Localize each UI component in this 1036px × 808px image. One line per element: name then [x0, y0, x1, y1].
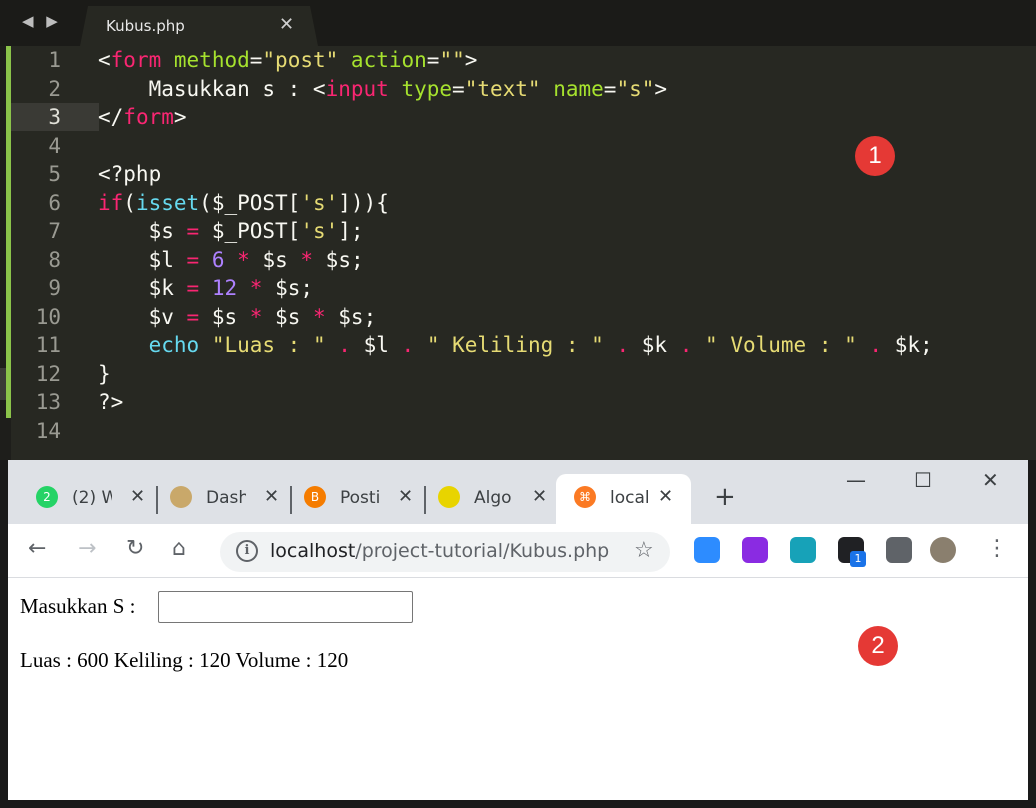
tab-separator: [156, 486, 158, 514]
close-icon[interactable]: ✕: [532, 486, 547, 507]
code-area[interactable]: 1 <form method="post" action=""> 2 Masukka…: [11, 46, 1036, 460]
browser-tab[interactable]: Dash ✕: [170, 474, 288, 524]
maximize-button[interactable]: ☐: [914, 468, 932, 492]
browser-tab-title: Posti: [340, 488, 380, 508]
zoom-icon[interactable]: [694, 537, 720, 563]
notion-ext-icon[interactable]: [790, 537, 816, 563]
address-bar[interactable]: i localhost/project-tutorial/Kubus.php ☆: [220, 532, 670, 572]
line-number: 9: [48, 276, 61, 300]
code-line: $k = 12 * $s;: [98, 276, 314, 300]
url-text: localhost/project-tutorial/Kubus.php: [270, 540, 610, 562]
browser-tab-title: local: [610, 488, 650, 508]
menu-icon[interactable]: ⋮: [986, 536, 1008, 561]
browser-toolbar: ← → ↻ ⌂ i localhost/project-tutorial/Kub…: [8, 524, 1028, 578]
code-line: <?php: [98, 162, 162, 186]
puzzle-icon[interactable]: [886, 537, 912, 563]
s-input[interactable]: [158, 591, 413, 623]
result-text: Luas : 600 Keliling : 120 Volume : 120: [20, 648, 349, 672]
line-number: 8: [48, 247, 61, 272]
line-number: 12: [35, 361, 61, 386]
line-number: 1: [48, 48, 61, 72]
forward-button[interactable]: →: [78, 536, 96, 561]
line-number: 13: [35, 390, 61, 414]
line-number: 11: [35, 333, 61, 357]
line-number: 7: [48, 219, 61, 243]
code-line: if(isset($_POST['s'])){: [98, 190, 389, 215]
new-tab-button[interactable]: +: [714, 482, 736, 512]
code-editor: ◀ ▶ Kubus.php ✕ 1 <form method="post" act…: [0, 0, 1036, 460]
browser-tab[interactable]: Algo ✕: [438, 474, 547, 524]
page-content: Masukkan S : Luas : 600 Keliling : 120 V…: [8, 578, 1028, 800]
profile-avatar[interactable]: [930, 537, 956, 563]
line-number: 5: [48, 162, 61, 186]
browser-tab[interactable]: ⌘ local ✕: [556, 474, 691, 524]
code-line: $v = $s * $s * $s;: [98, 304, 377, 329]
line-number: 2: [48, 76, 61, 101]
home-button[interactable]: ⌂: [172, 536, 186, 561]
code-line: Masukkan s : <input type="text" name="s"…: [98, 76, 668, 101]
minimize-button[interactable]: —: [846, 468, 866, 492]
code-line: <form method="post" action="">: [98, 48, 478, 72]
tab-separator: [290, 486, 292, 514]
back-button[interactable]: ←: [28, 536, 46, 561]
editor-tab-kubus[interactable]: Kubus.php ✕: [80, 6, 318, 46]
code-line: }: [98, 361, 111, 386]
bookmark-star-icon[interactable]: ☆: [634, 538, 654, 563]
reload-button[interactable]: ↻: [126, 536, 144, 561]
pixel-icon[interactable]: [742, 537, 768, 563]
editor-tab-bar: ◀ ▶ Kubus.php ✕: [0, 0, 1036, 46]
code-line: ?>: [98, 390, 124, 414]
close-icon[interactable]: ✕: [279, 14, 294, 35]
close-icon[interactable]: ✕: [398, 486, 413, 507]
blogger-icon: B: [304, 486, 326, 508]
code-line: $s = $_POST['s'];: [98, 219, 364, 243]
line-number: 14: [35, 418, 61, 443]
tab-nav-arrows-icon[interactable]: ◀ ▶: [22, 12, 62, 30]
browser-tab-title: (2) W: [72, 488, 112, 508]
emblem-icon: [170, 486, 192, 508]
xampp-icon: ⌘: [574, 486, 596, 508]
tab-strip: 2 (2) W ✕ Dash ✕ B Posti ✕ Algo ✕ ⌘ local ✕ + — ☐ ✕: [8, 460, 1028, 524]
code-line: $l = 6 * $s * $s;: [98, 247, 364, 272]
close-icon[interactable]: ✕: [658, 486, 673, 507]
code-line: echo "Luas : " . $l . " Keliling : " . $…: [148, 333, 933, 357]
close-icon[interactable]: ✕: [130, 486, 145, 507]
line-number: 10: [35, 304, 61, 329]
site-logo-icon: [438, 486, 460, 508]
code-line: </form>: [98, 105, 187, 129]
line-number: 6: [48, 190, 61, 215]
editor-tab-label: Kubus.php: [106, 17, 185, 35]
annotation-badge-1: 1: [855, 136, 895, 176]
extension-badge: 1: [850, 551, 866, 567]
browser-tab-title: Algo: [474, 488, 512, 508]
annotation-badge-2: 2: [858, 626, 898, 666]
browser-tab-title: Dash: [206, 488, 246, 508]
browser-tab[interactable]: 2 (2) W ✕: [36, 474, 154, 524]
form-label: Masukkan S :: [20, 594, 136, 618]
info-icon[interactable]: i: [236, 540, 258, 562]
line-number: 3: [48, 105, 61, 129]
close-window-button[interactable]: ✕: [982, 468, 999, 492]
whatsapp-icon: 2: [36, 486, 58, 508]
line-number: 4: [48, 133, 61, 158]
browser-tab[interactable]: B Posti ✕: [304, 474, 422, 524]
close-icon[interactable]: ✕: [264, 486, 279, 507]
package-icon[interactable]: 1: [838, 537, 866, 567]
tab-separator: [424, 486, 426, 514]
